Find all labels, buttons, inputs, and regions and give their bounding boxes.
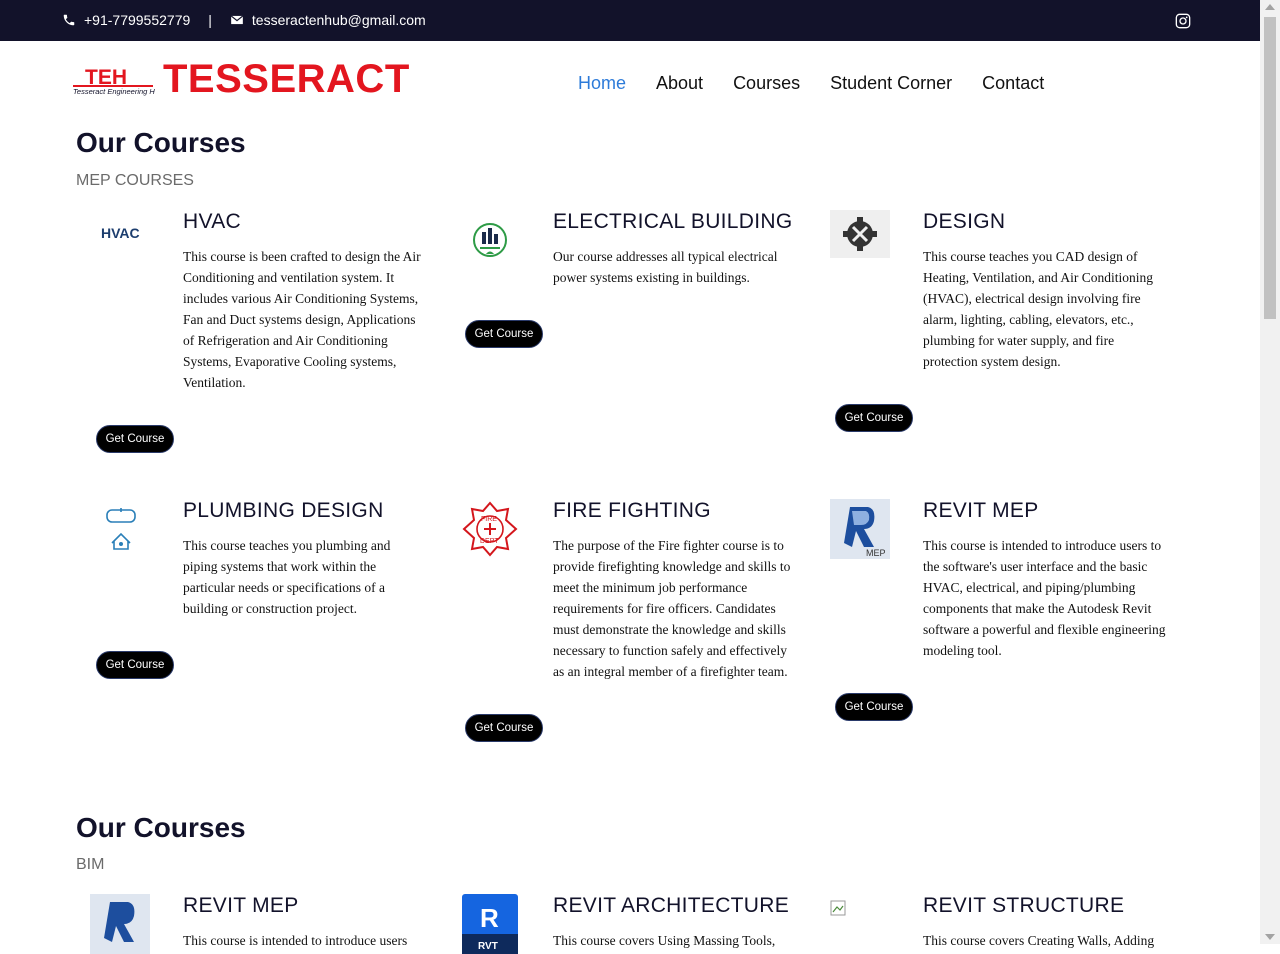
brand-name[interactable]: TESSERACT bbox=[163, 57, 410, 102]
course-title: PLUMBING DESIGN bbox=[183, 499, 384, 522]
instagram-icon[interactable] bbox=[1175, 13, 1191, 29]
get-course-button[interactable]: Get Course bbox=[465, 714, 543, 742]
nav-home[interactable]: Home bbox=[578, 73, 626, 94]
course-description: This course covers Creating Walls, Addin… bbox=[923, 933, 1155, 948]
course-title: REVIT STRUCTURE bbox=[923, 894, 1125, 917]
course-description: This course is intended to introduce use… bbox=[183, 933, 408, 948]
course-title: REVIT MEP bbox=[183, 894, 299, 917]
course-title: FIRE FIGHTING bbox=[553, 499, 711, 522]
contact-separator: | bbox=[208, 12, 212, 28]
main-nav: Home About Courses Student Corner Contac… bbox=[578, 73, 1074, 94]
revit-mep-icon: MEP bbox=[830, 499, 890, 559]
teh-logo[interactable]: TEH Tesseract Engineering Hub bbox=[71, 64, 155, 98]
section-subtitle-bim: BIM bbox=[76, 856, 105, 873]
phone-item[interactable]: +91-7799552779 bbox=[62, 12, 190, 28]
fire-dept-top-text: FIRE bbox=[481, 516, 497, 523]
section-subtitle-mep: MEP COURSES bbox=[76, 172, 194, 189]
course-description: This course is been crafted to design th… bbox=[183, 249, 421, 390]
page-scrollbar[interactable] bbox=[1260, 0, 1280, 944]
course-card-revit-mep-bim: REVIT MEP This course is intended to int… bbox=[90, 894, 440, 954]
broken-image-icon bbox=[830, 900, 846, 916]
course-description: Our course addresses all typical electri… bbox=[553, 249, 778, 285]
section-title-bim: Our Courses bbox=[76, 812, 246, 843]
logo-mark-subtext: Tesseract Engineering Hub bbox=[73, 87, 155, 96]
get-course-button[interactable]: Get Course bbox=[96, 651, 174, 679]
course-description: This course is intended to introduce use… bbox=[923, 538, 1166, 658]
course-title: DESIGN bbox=[923, 210, 1006, 233]
fire-dept-bottom-text: DEPT bbox=[480, 538, 499, 545]
nav-courses[interactable]: Courses bbox=[733, 73, 800, 94]
course-title: ELECTRICAL BUILDING bbox=[553, 210, 793, 233]
course-description: This course teaches you plumbing and pip… bbox=[183, 538, 391, 616]
electrical-building-icon bbox=[473, 223, 507, 257]
scroll-down-arrow-icon[interactable] bbox=[1265, 934, 1275, 940]
nav-about[interactable]: About bbox=[656, 73, 703, 94]
revit-mep-text: MEP bbox=[866, 548, 886, 558]
phone-number: +91-7799552779 bbox=[84, 12, 191, 28]
course-description: This course teaches you CAD design of He… bbox=[923, 249, 1153, 369]
envelope-icon bbox=[230, 15, 244, 25]
hvac-icon-text: HVAC bbox=[101, 225, 140, 241]
course-card-revit-mep: MEP REVIT MEP This course is intended to… bbox=[830, 499, 1180, 729]
revit-mep-icon bbox=[90, 894, 150, 954]
course-card-design: DESIGN This course teaches you CAD desig… bbox=[830, 210, 1180, 440]
site-header: TEH Tesseract Engineering Hub TESSERACT … bbox=[0, 41, 1260, 121]
get-course-button[interactable]: Get Course bbox=[835, 404, 913, 432]
get-course-button[interactable]: Get Course bbox=[835, 693, 913, 721]
course-description: This course covers Using Massing Tools, bbox=[553, 933, 776, 948]
course-card-revit-architecture: R RVT REVIT ARCHITECTURE This course cov… bbox=[460, 894, 810, 954]
nav-contact[interactable]: Contact bbox=[982, 73, 1044, 94]
course-title: REVIT ARCHITECTURE bbox=[553, 894, 790, 917]
course-card-fire-fighting: FIRE DEPT FIRE FIGHTING The purpose of t… bbox=[460, 499, 810, 749]
fire-dept-icon: FIRE DEPT bbox=[462, 501, 518, 557]
hvac-icon: HVAC bbox=[101, 225, 140, 241]
plumbing-icon bbox=[106, 508, 136, 550]
phone-icon bbox=[63, 14, 75, 26]
revit-rvt-subtext: RVT bbox=[478, 941, 498, 952]
top-contact-bar: +91-7799552779 | tesseractenhub@gmail.co… bbox=[0, 0, 1260, 41]
course-description: The purpose of the Fire fighter course i… bbox=[553, 538, 791, 679]
nav-student-corner[interactable]: Student Corner bbox=[830, 73, 952, 94]
get-course-button[interactable]: Get Course bbox=[96, 425, 174, 453]
course-card-hvac: HVAC HVAC This course is been crafted to… bbox=[90, 210, 440, 460]
section-title-mep: Our Courses bbox=[76, 127, 246, 158]
scroll-up-arrow-icon[interactable] bbox=[1265, 4, 1275, 10]
revit-rvt-icon: R RVT bbox=[462, 894, 518, 954]
course-title: HVAC bbox=[183, 210, 241, 233]
gear-tools-icon bbox=[830, 210, 890, 258]
course-card-electrical-building: ELECTRICAL BUILDING Our course addresses… bbox=[460, 210, 810, 360]
course-card-plumbing-design: PLUMBING DESIGN This course teaches you … bbox=[90, 499, 440, 689]
email-address: tesseractenhub@gmail.com bbox=[251, 12, 426, 28]
contact-info: +91-7799552779 | tesseractenhub@gmail.co… bbox=[62, 12, 426, 28]
scrollbar-thumb[interactable] bbox=[1264, 17, 1276, 319]
revit-rvt-letter: R bbox=[480, 903, 499, 933]
get-course-button[interactable]: Get Course bbox=[465, 320, 543, 348]
course-card-revit-structure: REVIT STRUCTURE This course covers Creat… bbox=[830, 894, 1180, 948]
email-item[interactable]: tesseractenhub@gmail.com bbox=[230, 12, 426, 28]
course-title: REVIT MEP bbox=[923, 499, 1039, 522]
